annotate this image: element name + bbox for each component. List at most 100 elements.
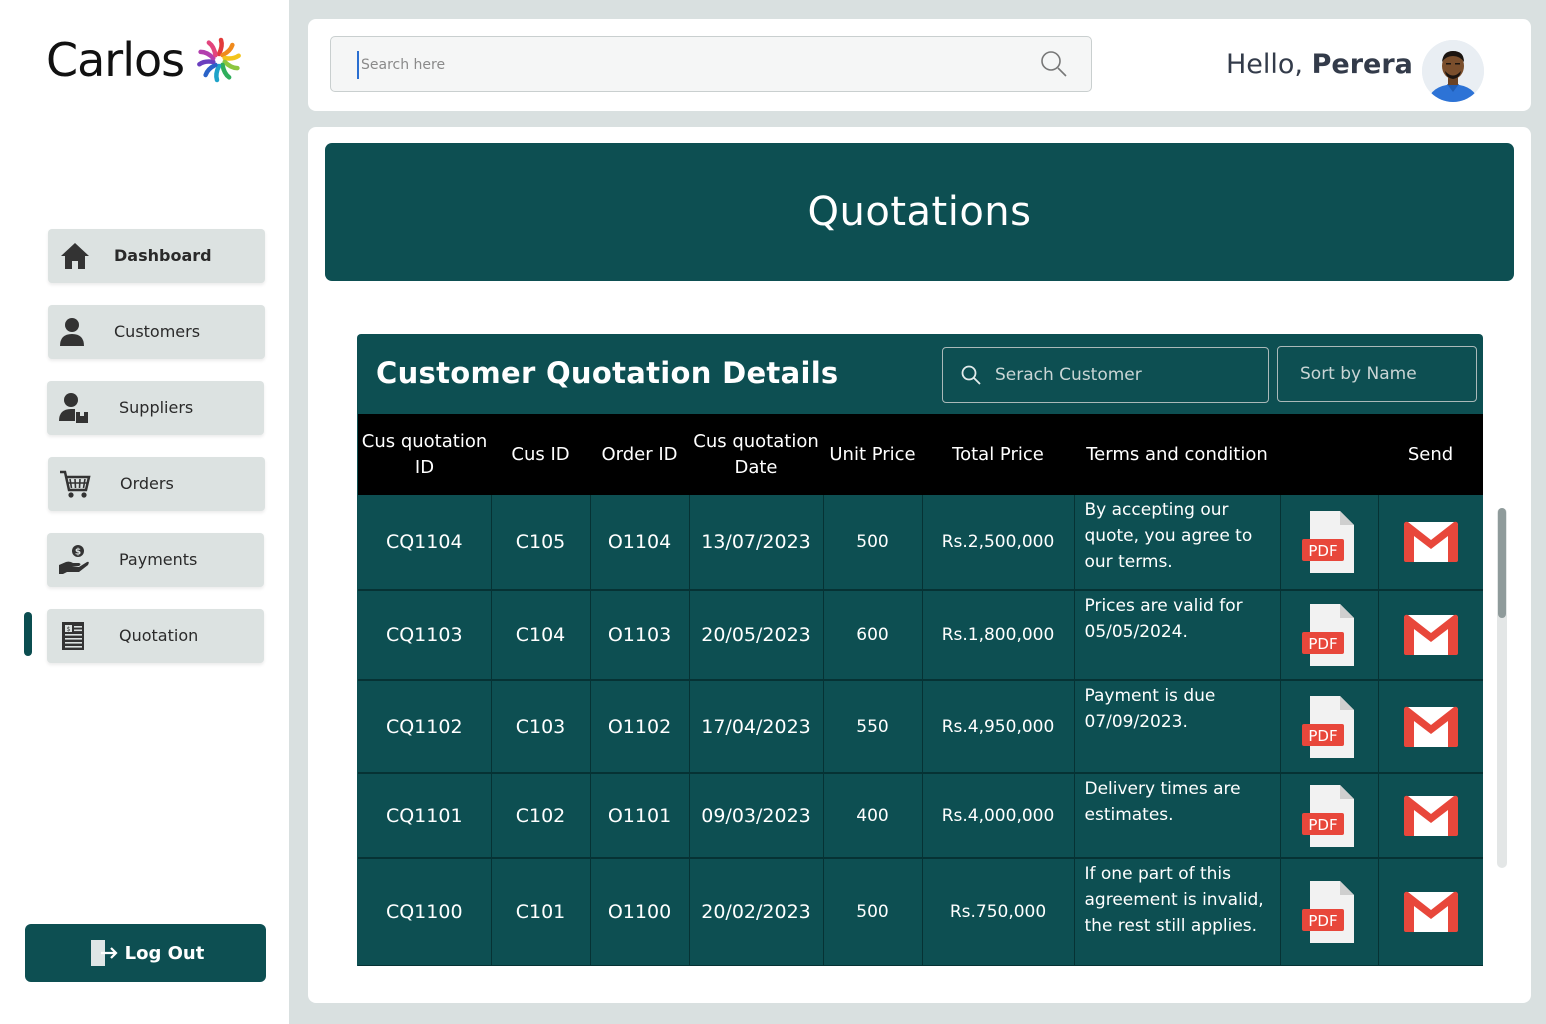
cell-pdf: PDF <box>1280 590 1379 681</box>
cell-cqid: CQ1101 <box>358 773 492 859</box>
cell-total-price: Rs.750,000 <box>922 858 1075 966</box>
pdf-icon[interactable]: PDF <box>1300 783 1358 849</box>
global-search[interactable] <box>330 36 1092 92</box>
cart-icon <box>60 470 91 498</box>
cell-date: 20/02/2023 <box>689 858 824 966</box>
avatar[interactable] <box>1422 40 1484 102</box>
customer-search[interactable] <box>942 347 1269 403</box>
sidebar-item-suppliers[interactable]: Suppliers <box>47 381 264 435</box>
cell-cusid: C103 <box>491 680 591 774</box>
pdf-icon[interactable]: PDF <box>1300 509 1358 575</box>
cell-unit-price: 500 <box>823 495 923 591</box>
sidebar-item-quotation[interactable]: $ Quotation <box>47 609 264 663</box>
cell-pdf: PDF <box>1280 495 1379 591</box>
column-header: Cus ID <box>511 443 570 465</box>
table-scrollbar[interactable] <box>1497 508 1507 868</box>
cell-terms: Prices are valid for 05/05/2024. <box>1074 590 1281 681</box>
cell-send <box>1378 858 1483 966</box>
brand-logo[interactable]: Carlos <box>46 32 242 88</box>
cell-terms: Delivery times are estimates. <box>1074 773 1281 859</box>
column-header: Order ID <box>601 443 678 465</box>
customer-search-input[interactable] <box>995 365 1255 385</box>
pdf-icon[interactable]: PDF <box>1300 602 1358 668</box>
cell-orderid: O1104 <box>590 495 690 591</box>
cell-unit-price: 400 <box>823 773 923 859</box>
column-header: Unit Price <box>829 443 916 465</box>
brand-flower-icon <box>197 37 241 83</box>
gmail-icon[interactable] <box>1402 794 1460 838</box>
top-header: Hello, Perera <box>308 19 1531 111</box>
page-title: Quotations <box>807 189 1032 235</box>
cell-total-price: Rs.4,000,000 <box>922 773 1075 859</box>
svg-text:$: $ <box>67 626 71 633</box>
gmail-icon[interactable] <box>1402 890 1460 934</box>
cell-orderid: O1100 <box>590 858 690 966</box>
cell-terms: By accepting our quote, you agree to our… <box>1074 495 1281 591</box>
gmail-icon[interactable] <box>1402 520 1460 564</box>
sort-dropdown[interactable]: Sort by Name <box>1277 346 1477 402</box>
sidebar-item-payments[interactable]: $ Payments <box>47 533 264 587</box>
sidebar-item-label: Dashboard <box>114 246 212 265</box>
cell-date: 17/04/2023 <box>689 680 824 774</box>
greeting-prefix: Hello, <box>1226 49 1312 80</box>
table-row: CQ1102 C103 O1102 17/04/2023 550 Rs.4,95… <box>358 680 1483 774</box>
logout-icon <box>90 940 118 966</box>
sidebar-item-orders[interactable]: Orders <box>48 457 265 511</box>
sidebar-item-customers[interactable]: Customers <box>48 305 265 359</box>
table-row: CQ1100 C101 O1100 20/02/2023 500 Rs.750,… <box>358 858 1483 966</box>
cell-total-price: Rs.1,800,000 <box>922 590 1075 681</box>
cell-terms: If one part of this agreement is invalid… <box>1074 858 1281 966</box>
scrollbar-thumb[interactable] <box>1498 508 1506 618</box>
svg-text:PDF: PDF <box>1308 635 1337 653</box>
logout-button[interactable]: Log Out <box>25 924 266 982</box>
gmail-icon[interactable] <box>1402 613 1460 657</box>
table-row: CQ1104 C105 O1104 13/07/2023 500 Rs.2,50… <box>358 495 1483 591</box>
search-icon[interactable] <box>1039 49 1069 79</box>
cell-pdf: PDF <box>1280 773 1379 859</box>
column-header: Total Price <box>952 443 1044 465</box>
page-banner: Quotations <box>325 143 1514 281</box>
cell-send <box>1378 680 1483 774</box>
cell-date: 09/03/2023 <box>689 773 824 859</box>
cell-cusid: C104 <box>491 590 591 681</box>
cell-send <box>1378 590 1483 681</box>
search-icon <box>961 365 981 385</box>
cell-orderid: O1103 <box>590 590 690 681</box>
svg-text:$: $ <box>75 548 81 558</box>
cell-pdf: PDF <box>1280 680 1379 774</box>
gmail-icon[interactable] <box>1402 705 1460 749</box>
table-row: CQ1101 C102 O1101 09/03/2023 400 Rs.4,00… <box>358 773 1483 859</box>
cell-cqid: CQ1102 <box>358 680 492 774</box>
cell-cusid: C102 <box>491 773 591 859</box>
cell-pdf: PDF <box>1280 858 1379 966</box>
payment-icon: $ <box>59 545 89 574</box>
sidebar-item-dashboard[interactable]: Dashboard <box>48 229 265 283</box>
svg-text:PDF: PDF <box>1308 912 1337 930</box>
quotation-table: Cus quotation ID Cus ID Order ID Cus quo… <box>358 414 1483 966</box>
panel-title: Customer Quotation Details <box>376 356 839 390</box>
column-header: Send <box>1407 443 1454 465</box>
svg-text:PDF: PDF <box>1308 542 1337 560</box>
cell-unit-price: 600 <box>823 590 923 681</box>
column-header: Terms and condition <box>1086 443 1268 465</box>
cell-total-price: Rs.2,500,000 <box>922 495 1075 591</box>
cell-unit-price: 550 <box>823 680 923 774</box>
search-input[interactable] <box>357 51 1017 79</box>
supplier-icon <box>59 393 88 423</box>
logout-label: Log Out <box>124 942 205 964</box>
user-name: Perera <box>1311 49 1413 80</box>
cell-send <box>1378 773 1483 859</box>
sidebar-item-label: Quotation <box>119 626 199 645</box>
svg-text:PDF: PDF <box>1308 816 1337 834</box>
sidebar-item-label: Payments <box>119 550 198 569</box>
pdf-icon[interactable]: PDF <box>1300 694 1358 760</box>
cell-cqid: CQ1104 <box>358 495 492 591</box>
cell-total-price: Rs.4,950,000 <box>922 680 1075 774</box>
cell-orderid: O1102 <box>590 680 690 774</box>
sidebar: Carlos Dashboard Customers Suppliers Ord… <box>0 0 289 1024</box>
table-row: CQ1103 C104 O1103 20/05/2023 600 Rs.1,80… <box>358 590 1483 681</box>
user-avatar-image <box>1422 40 1484 102</box>
main-content: Quotations Customer Quotation Details So… <box>308 127 1531 1003</box>
pdf-icon[interactable]: PDF <box>1300 879 1358 945</box>
column-header-pdf <box>1280 414 1378 495</box>
